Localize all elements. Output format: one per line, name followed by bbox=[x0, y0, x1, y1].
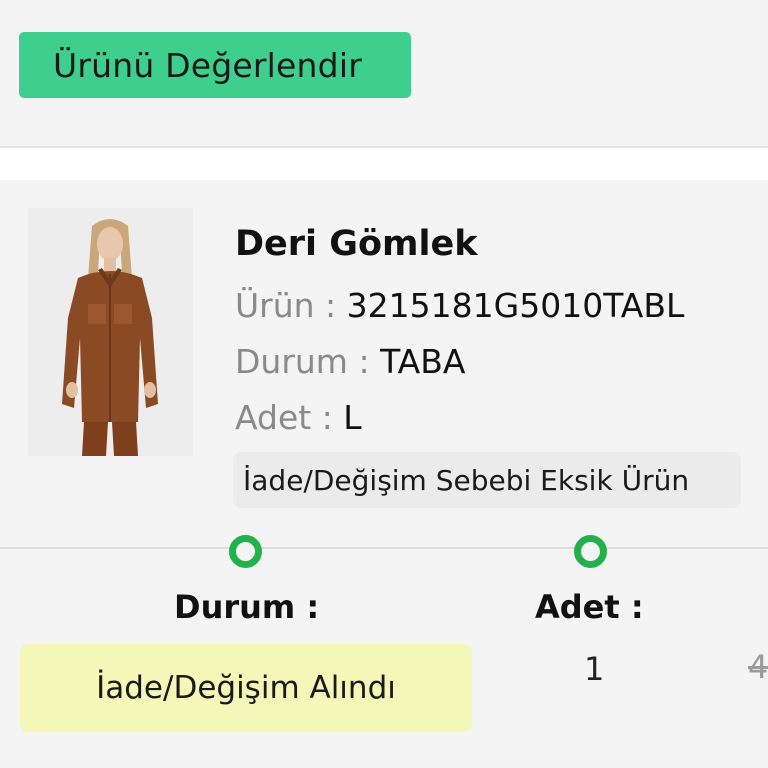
product-code-row: Ürün : 3215181G5010TABL bbox=[235, 286, 684, 325]
product-photo-icon bbox=[28, 208, 193, 456]
timeline-dot-durum bbox=[229, 535, 262, 568]
product-code-label: Ürün : bbox=[235, 286, 337, 325]
quantity-column-label: Adet : bbox=[535, 588, 644, 626]
quantity-value: 1 bbox=[584, 650, 605, 688]
status-column-label: Durum : bbox=[174, 588, 320, 626]
review-product-button[interactable]: Ürünü Değerlendir bbox=[19, 32, 411, 98]
product-color-label: Durum : bbox=[235, 342, 370, 381]
product-size-value: L bbox=[343, 398, 362, 437]
top-section: Ürünü Değerlendir bbox=[0, 0, 768, 146]
section-spacer bbox=[0, 148, 768, 180]
product-size-row: Adet : L bbox=[235, 398, 362, 437]
product-color-row: Durum : TABA bbox=[235, 342, 465, 381]
product-size-label: Adet : bbox=[235, 398, 333, 437]
timeline-dot-adet bbox=[574, 535, 607, 568]
product-color-value: TABA bbox=[380, 342, 466, 381]
timeline-line bbox=[0, 547, 768, 549]
return-status-badge: İade/Değişim Alındı bbox=[20, 644, 472, 732]
price-strikethrough: 4 bbox=[748, 648, 768, 686]
product-image[interactable] bbox=[28, 208, 193, 456]
return-reason-tag: İade/Değişim Sebebi Eksik Ürün bbox=[233, 452, 741, 508]
product-name: Deri Gömlek bbox=[235, 224, 478, 264]
product-code-value: 3215181G5010TABL bbox=[346, 286, 685, 325]
order-item-card: Deri Gömlek Ürün : 3215181G5010TABL Duru… bbox=[0, 180, 768, 768]
